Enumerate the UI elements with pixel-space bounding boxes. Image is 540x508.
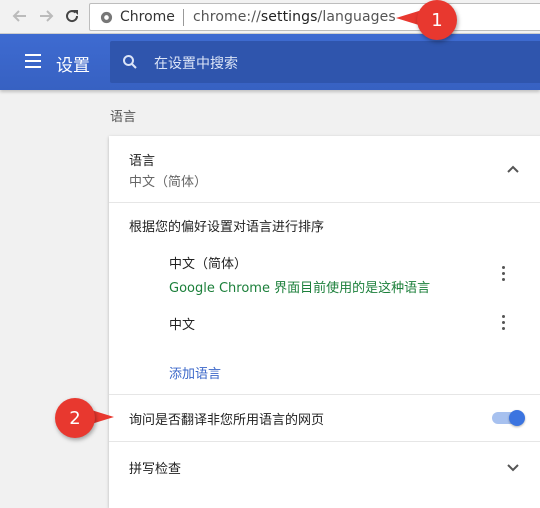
translate-prompt-label: 询问是否翻译非您所用语言的网页: [129, 413, 325, 428]
url-host: settings: [260, 9, 318, 25]
back-arrow-icon: [12, 10, 26, 22]
language-order-label: 根据您的偏好设置对语言进行排序: [129, 220, 325, 235]
omnibox-separator: [183, 9, 184, 26]
callout-2-label: 2: [69, 407, 81, 429]
languages-card: 语言 中文（简体） 根据您的偏好设置对语言进行排序 中文（简体） Google …: [109, 136, 540, 508]
language-item-name: 中文（简体）: [169, 257, 248, 272]
divider: [109, 202, 540, 203]
search-placeholder: 在设置中搜索: [154, 56, 238, 72]
url-text: chrome://settings/languages: [193, 9, 396, 25]
spellcheck-label: 拼写检查: [129, 462, 182, 477]
page-scheme-label: Chrome: [120, 9, 175, 25]
url-path: /languages: [317, 9, 396, 25]
section-heading-languages: 语言: [110, 110, 137, 125]
settings-title: 设置: [56, 56, 90, 76]
language-item-more-icon[interactable]: [501, 315, 507, 331]
translate-toggle[interactable]: [492, 410, 526, 426]
divider: [109, 394, 540, 395]
callout-2: 2: [55, 398, 95, 438]
language-item-note: Google Chrome 界面目前使用的是这种语言: [169, 281, 431, 296]
divider: [109, 441, 540, 442]
hamburger-menu-icon[interactable]: [25, 54, 41, 68]
chevron-up-icon[interactable]: [506, 164, 520, 174]
url-prefix: chrome://: [193, 9, 261, 25]
browser-toolbar: Chrome chrome://settings/languages: [0, 0, 540, 34]
language-item-name: 中文: [169, 318, 196, 333]
toggle-knob: [509, 410, 525, 426]
language-row-value: 中文（简体）: [129, 175, 208, 190]
settings-header: 设置 在设置中搜索: [0, 34, 540, 90]
forward-button[interactable]: [36, 6, 56, 26]
search-icon: [123, 55, 137, 69]
callout-1: 1: [417, 0, 457, 40]
forward-arrow-icon: [40, 10, 54, 22]
add-language-link[interactable]: 添加语言: [169, 363, 221, 382]
reload-button[interactable]: [62, 6, 82, 26]
back-button[interactable]: [10, 6, 30, 26]
language-item-more-icon[interactable]: [501, 266, 507, 282]
settings-search-box[interactable]: 在设置中搜索: [110, 41, 540, 83]
chevron-down-icon[interactable]: [506, 463, 520, 473]
reload-icon: [66, 10, 79, 23]
language-row-title: 语言: [129, 154, 156, 169]
callout-1-label: 1: [431, 9, 443, 31]
chrome-page-icon: [100, 11, 113, 24]
address-bar[interactable]: Chrome chrome://settings/languages: [89, 3, 540, 31]
